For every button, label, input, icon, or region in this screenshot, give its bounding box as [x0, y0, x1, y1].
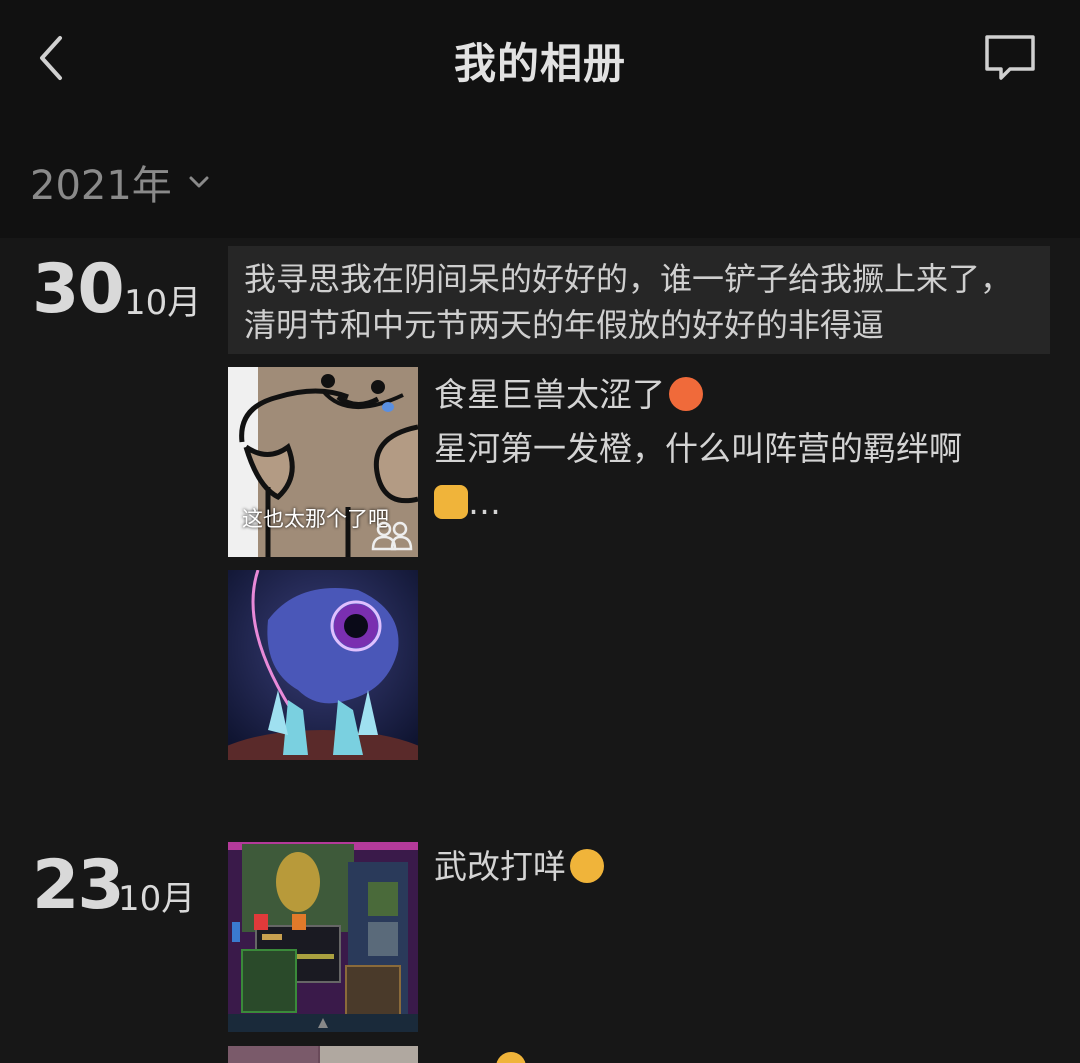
text-post[interactable]: 我寻思我在阴间呆的好好的，谁一铲子给我撅上来了，清明节和中元节两天的年假放的好好… [228, 246, 1050, 354]
caption-ellipsis: … [468, 483, 501, 522]
thumbnail-overlay-text: 这也太那个了吧 [242, 507, 389, 531]
message-bubble-icon [985, 35, 1035, 80]
hot-face-emoji-icon [669, 377, 703, 411]
caption-line: 食星巨兽太涩了 [434, 375, 665, 414]
card-game-screenshot-image [228, 842, 418, 1032]
photo-thumbnail[interactable] [228, 570, 418, 760]
page-title: 我的相册 [453, 39, 626, 88]
top-bar: 我的相册 2021年 [0, 0, 1080, 238]
crying-face-emoji-icon [570, 849, 604, 883]
photo-thumbnail[interactable] [228, 1046, 418, 1063]
photo-thumbnail[interactable]: 这也太那个了吧 [228, 367, 418, 557]
chevron-down-icon [189, 176, 209, 188]
year-label: 2021年 [30, 163, 172, 209]
post-caption[interactable]: 武改打咩 [434, 840, 1034, 894]
entry-day: 30 [32, 250, 125, 329]
fist-emoji-icon [434, 485, 468, 519]
caption-line: 武改打咩 [434, 847, 566, 886]
monster-artwork-image [228, 570, 418, 760]
caption-line: 星河第一发橙，什么叫阵营的羁绊啊 [434, 429, 962, 468]
message-button[interactable] [982, 32, 1038, 84]
entry-month: 10月 [124, 283, 202, 323]
group-people-icon [371, 521, 413, 551]
partial-image [228, 1046, 418, 1063]
year-selector[interactable]: 2021年 [30, 153, 212, 211]
emoji-icon [496, 1052, 526, 1063]
entry-month: 10月 [118, 879, 196, 919]
photo-thumbnail[interactable] [228, 842, 418, 1032]
entry-day: 23 [32, 846, 125, 925]
post-caption[interactable]: 食星巨兽太涩了 星河第一发橙，什么叫阵营的羁绊啊 … [434, 368, 1034, 530]
